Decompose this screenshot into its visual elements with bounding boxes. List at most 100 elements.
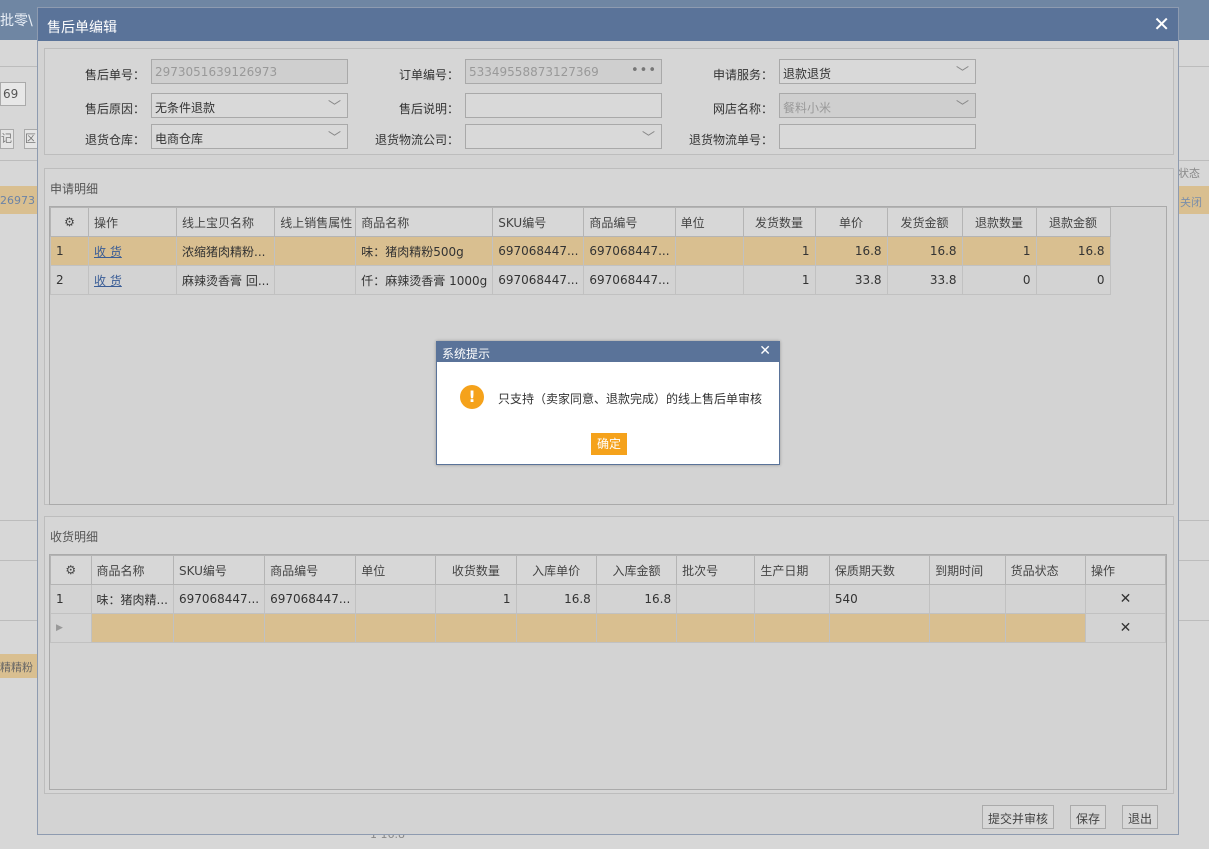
product-name-cell: 味：猪肉精... (90, 584, 174, 614)
sku-cell: 697068447... (492, 236, 585, 266)
delete-icon[interactable]: ✕ (1085, 584, 1166, 614)
chevron-down-icon[interactable]: ﹀ (956, 62, 969, 81)
background-button[interactable]: 区 (24, 129, 38, 149)
receive-qty-cell[interactable]: 1 (435, 584, 517, 614)
table-row[interactable]: 2 收 货 麻辣烫香膏 回... 仟：麻辣烫香膏 1000g 697068447… (50, 265, 1111, 295)
column-header: 单价 (814, 207, 888, 237)
table-row[interactable]: 1 收 货 浓缩猪肉精粉... 味：猪肉精粉500g 697068447... … (50, 236, 1111, 266)
delete-icon[interactable]: ✕ (1085, 613, 1166, 643)
ship-amount-cell: 16.8 (886, 236, 963, 266)
save-button[interactable]: 保存 (1070, 805, 1106, 829)
submit-audit-button[interactable]: 提交并审核 (982, 805, 1054, 829)
background-button[interactable]: 记 (0, 129, 14, 149)
refund-amount-cell: 16.8 (1035, 236, 1111, 266)
column-header: 操作 (1085, 555, 1166, 585)
product-name-cell[interactable] (90, 613, 174, 643)
unit-cell (674, 236, 744, 266)
table-row[interactable]: ▶ ✕ (50, 613, 1166, 643)
order-no-label: 订单编号： (398, 68, 459, 82)
chevron-down-icon[interactable]: ﹀ (328, 127, 341, 146)
status-cell[interactable] (1004, 584, 1087, 614)
warehouse-value: 电商仓库 (155, 132, 204, 146)
close-icon[interactable]: ✕ (759, 343, 771, 359)
message-box-header: 系统提示 ✕ (437, 342, 779, 362)
unit-cell[interactable] (355, 613, 437, 643)
store-label: 网店名称： (712, 102, 773, 116)
online-name-cell: 麻辣烫香膏 回... (175, 265, 276, 295)
more-icon[interactable]: ••• (631, 63, 657, 78)
batch-cell[interactable] (676, 613, 756, 643)
receive-link[interactable]: 收 货 (88, 236, 177, 266)
stock-price-cell[interactable] (515, 613, 597, 643)
stock-amount-cell (595, 613, 678, 643)
apply-detail-table: ⚙ 操作 线上宝贝名称 线上销售属性 商品名称 SKU编号 商品编号 单位 发货… (50, 207, 1111, 295)
service-value: 退款退货 (783, 67, 832, 81)
description-field[interactable] (465, 93, 662, 118)
receive-link-text[interactable]: 收 货 (94, 274, 122, 288)
warehouse-select[interactable]: 电商仓库 ﹀ (151, 124, 348, 149)
receive-link[interactable]: 收 货 (88, 265, 177, 295)
logistics-label: 退货物流公司： (374, 133, 459, 147)
shelf-days-cell[interactable] (828, 613, 931, 643)
chevron-down-icon[interactable]: ﹀ (642, 127, 655, 146)
expire-cell[interactable] (929, 584, 1006, 614)
sku-cell[interactable] (172, 613, 266, 643)
reason-select[interactable]: 无条件退款 ﹀ (151, 93, 348, 118)
background-selected-row[interactable]: 26973 (0, 186, 40, 214)
receive-qty-cell[interactable] (435, 613, 517, 643)
background-input[interactable]: 69 (0, 82, 26, 106)
store-select[interactable]: 餐料小米 ﹀ (779, 93, 976, 118)
row-index: 1 (50, 584, 92, 614)
status-cell[interactable] (1004, 613, 1087, 643)
after-sale-no-field[interactable]: 2973051639126973 (151, 59, 348, 84)
column-header: 线上宝贝名称 (175, 207, 276, 237)
chevron-down-icon[interactable]: ﹀ (956, 96, 969, 115)
service-select[interactable]: 退款退货 ﹀ (779, 59, 976, 84)
receive-detail-title: 收货明细 (50, 530, 99, 544)
background-title: 批零\ (0, 13, 33, 29)
exit-button[interactable]: 退出 (1122, 805, 1158, 829)
warehouse-label: 退货仓库： (84, 133, 145, 147)
chevron-down-icon[interactable]: ﹀ (328, 96, 341, 115)
close-icon[interactable]: ✕ (1153, 14, 1170, 34)
background-column-header: 状态 (1178, 167, 1200, 180)
receive-detail-grid: ⚙ 商品名称 SKU编号 商品编号 单位 收货数量 入库单价 入库金额 批次号 … (49, 554, 1167, 790)
expire-cell[interactable] (929, 613, 1006, 643)
row-index: 2 (50, 265, 89, 295)
tracking-field[interactable] (779, 124, 976, 149)
gear-icon[interactable]: ⚙ (50, 555, 92, 585)
reason-value: 无条件退款 (155, 101, 216, 115)
column-header: 单位 (355, 555, 437, 585)
table-header-row: ⚙ 操作 线上宝贝名称 线上销售属性 商品名称 SKU编号 商品编号 单位 发货… (50, 207, 1111, 237)
column-header: 退款金额 (1035, 207, 1111, 237)
online-attr-cell (274, 236, 357, 266)
unit-cell[interactable] (355, 584, 437, 614)
ship-qty-cell: 1 (742, 265, 816, 295)
shelf-days-cell[interactable]: 540 (828, 584, 931, 614)
online-name-cell: 浓缩猪肉精粉... (175, 236, 276, 266)
ok-button[interactable]: 确定 (591, 433, 627, 455)
column-header: 单位 (674, 207, 744, 237)
prod-date-cell[interactable] (754, 584, 830, 614)
order-no-field[interactable]: 533495588731273​69 ••• (465, 59, 662, 84)
product-code-cell[interactable] (264, 613, 357, 643)
row-pointer-icon: ▶ (50, 613, 92, 643)
stock-price-cell[interactable]: 16.8 (515, 584, 597, 614)
service-label: 申请服务： (712, 68, 773, 82)
column-header: 操作 (88, 207, 177, 237)
column-header: 商品编号 (583, 207, 676, 237)
sku-cell: 697068447... (492, 265, 585, 295)
table-row[interactable]: 1 味：猪肉精... 697068447... 697068447... 1 1… (50, 584, 1166, 614)
receive-link-text[interactable]: 收 货 (94, 245, 122, 259)
column-header: 到期时间 (929, 555, 1006, 585)
sku-cell: 697068447... (172, 584, 266, 614)
batch-cell[interactable] (676, 584, 756, 614)
gear-icon[interactable]: ⚙ (50, 207, 89, 237)
column-header: SKU编号 (172, 555, 266, 585)
product-name-cell: 味：猪肉精粉500g (355, 236, 494, 266)
column-header: 入库单价 (515, 555, 597, 585)
column-header: 入库金额 (595, 555, 678, 585)
prod-date-cell[interactable] (754, 613, 830, 643)
logistics-select[interactable]: ﹀ (465, 124, 662, 149)
dialog-header: 售后单编辑 ✕ (38, 8, 1178, 41)
